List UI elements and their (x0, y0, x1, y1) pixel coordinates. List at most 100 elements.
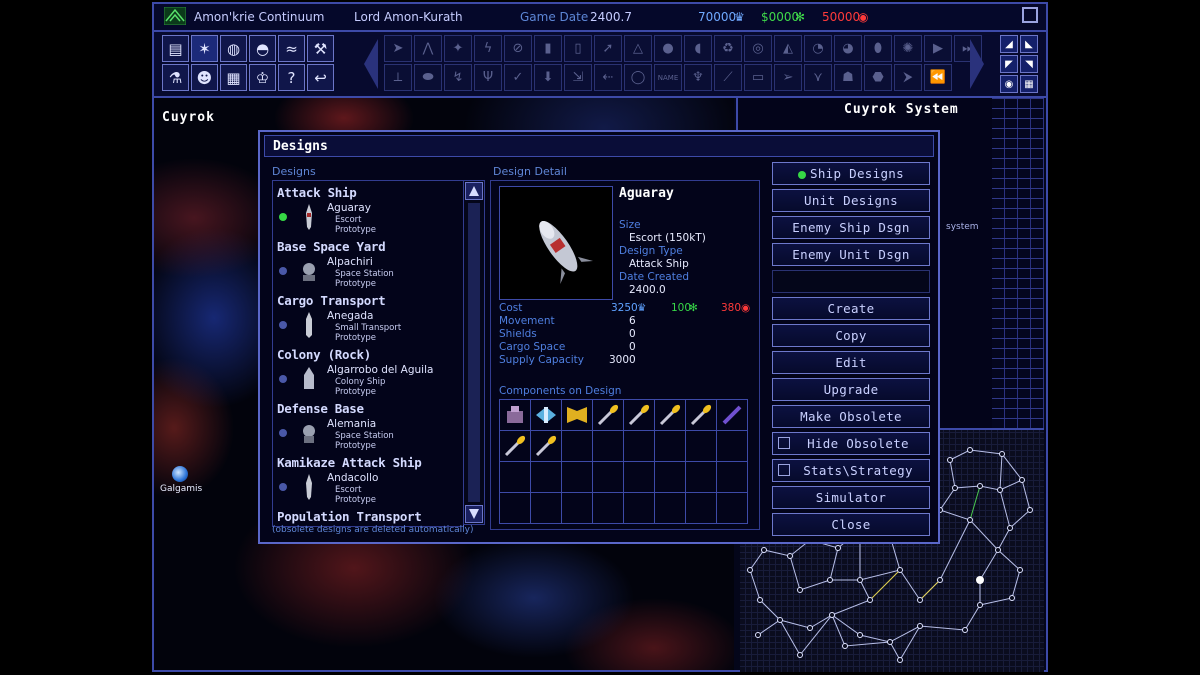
order-formation-icon[interactable]: △ (624, 35, 652, 62)
order-mine-icon[interactable]: ◕ (834, 35, 862, 62)
designs-list[interactable]: Attack Ship Aguaray Escort Prototype Bas… (272, 180, 464, 527)
component-cell[interactable] (500, 431, 531, 462)
create-button[interactable]: Create (772, 297, 930, 320)
order-ship-icon[interactable]: ⟂ (384, 64, 412, 91)
upgrade-button[interactable]: Upgrade (772, 378, 930, 401)
order-warp-icon[interactable]: ϟ (474, 35, 502, 62)
scroll-track[interactable] (468, 203, 480, 502)
order-evade-icon[interactable]: ↯ (444, 64, 472, 91)
checkbox-icon[interactable] (778, 437, 790, 449)
component-cell[interactable] (593, 462, 624, 493)
order-move-icon[interactable]: ➤ (384, 35, 412, 62)
order-sweep-icon[interactable]: ⟋ (714, 64, 742, 91)
component-cell[interactable] (624, 400, 655, 431)
component-cell[interactable] (717, 493, 748, 524)
order-resupply-icon[interactable]: ⬮ (864, 35, 892, 62)
component-cell[interactable] (624, 462, 655, 493)
component-cell[interactable] (562, 462, 593, 493)
component-cell[interactable] (686, 431, 717, 462)
list-item[interactable]: Attack Ship Aguaray Escort Prototype (277, 185, 461, 238)
unit-designs-button[interactable]: Unit Designs (772, 189, 930, 212)
order-jump-icon[interactable]: ◎ (744, 35, 772, 62)
order-gate-icon[interactable]: ◯ (624, 64, 652, 91)
order-name-icon[interactable]: NAME (654, 64, 682, 91)
component-cell[interactable] (531, 493, 562, 524)
component-cell[interactable] (655, 431, 686, 462)
copy-button[interactable]: Copy (772, 324, 930, 347)
designs-scrollbar[interactable] (463, 180, 485, 525)
order-scan-icon[interactable]: Ψ (474, 64, 502, 91)
simulator-button[interactable]: Simulator (772, 486, 930, 509)
component-cell[interactable] (593, 431, 624, 462)
order-patrol-icon[interactable]: ⋀ (414, 35, 442, 62)
order-build-icon[interactable]: ✓ (504, 64, 532, 91)
checkbox-icon[interactable] (778, 464, 790, 476)
order-fire-icon[interactable]: ➚ (594, 35, 622, 62)
aliens-icon[interactable]: ☻ (191, 64, 218, 91)
order-orbit-icon[interactable]: ⬬ (414, 64, 442, 91)
order-cancel-icon[interactable]: ⊘ (504, 35, 532, 62)
component-cell[interactable] (562, 493, 593, 524)
order-troop-icon[interactable]: ☗ (834, 64, 862, 91)
order-tow-icon[interactable]: ⇲ (564, 64, 592, 91)
component-cell[interactable] (624, 493, 655, 524)
order-drop-icon[interactable]: ◖ (684, 35, 712, 62)
order-return-icon[interactable]: ⇠ (594, 64, 622, 91)
component-cell[interactable] (531, 400, 562, 431)
order-sentry-icon[interactable]: ◔ (804, 35, 832, 62)
zoom-out-icon[interactable]: ◣ (1020, 35, 1038, 53)
order-recycle-icon[interactable]: ♻ (714, 35, 742, 62)
component-cell[interactable] (531, 462, 562, 493)
designs-icon[interactable]: ▦ (220, 64, 247, 91)
order-back-icon[interactable]: ⏪ (924, 64, 952, 91)
order-colonize-icon[interactable]: ● (654, 35, 682, 62)
tools-icon[interactable]: ⚒ (307, 35, 334, 62)
ships-icon[interactable]: ◓ (249, 35, 276, 62)
view-ship-icon[interactable]: ◤ (1000, 55, 1018, 73)
view-globe-icon[interactable]: ◉ (1000, 75, 1018, 93)
component-cell[interactable] (624, 431, 655, 462)
scroll-up-icon[interactable] (465, 182, 483, 200)
order-repair-icon[interactable]: ◭ (774, 35, 802, 62)
transfer-icon[interactable]: ↩ (307, 64, 334, 91)
order-fighter-icon[interactable]: ➢ (774, 64, 802, 91)
planets-icon[interactable]: ◍ (220, 35, 247, 62)
window-toggle-button[interactable] (1022, 7, 1038, 23)
zoom-in-icon[interactable]: ◢ (1000, 35, 1018, 53)
component-cell[interactable] (655, 462, 686, 493)
empire-icon[interactable]: ♔ (249, 64, 276, 91)
hide-obsolete-checkbox[interactable]: Hide Obsolete (772, 432, 930, 455)
component-cell[interactable] (500, 400, 531, 431)
order-wing-icon[interactable]: ⋎ (804, 64, 832, 91)
list-item[interactable]: Cargo Transport Anegada Small Transport … (277, 293, 461, 346)
component-cell[interactable] (500, 493, 531, 524)
component-cell[interactable] (717, 431, 748, 462)
component-cell[interactable] (593, 400, 624, 431)
order-cruise-icon[interactable]: ⮞ (894, 64, 922, 91)
component-cell[interactable] (500, 462, 531, 493)
list-item[interactable]: Kamikaze Attack Ship Andacollo Escort Pr… (277, 455, 461, 508)
scroll-down-icon[interactable] (465, 505, 483, 523)
fleets-icon[interactable]: ≈ (278, 35, 305, 62)
order-launch-icon[interactable]: ⬇ (534, 64, 562, 91)
order-attack-icon[interactable]: ✦ (444, 35, 472, 62)
order-idle-icon[interactable]: ♆ (684, 64, 712, 91)
list-item[interactable]: Defense Base Alemania Space Station Prot… (277, 401, 461, 454)
order-load-icon[interactable]: ▮ (534, 35, 562, 62)
research-icon[interactable]: ⚗ (162, 64, 189, 91)
list-item[interactable]: Colony (Rock) Algarrobo del Aguila Colon… (277, 347, 461, 400)
order-unload-icon[interactable]: ▯ (564, 35, 592, 62)
component-cell[interactable] (531, 431, 562, 462)
scroll-left-icon[interactable] (364, 39, 378, 89)
planet-galgamis-icon[interactable] (172, 466, 188, 482)
stats-strategy-checkbox[interactable]: Stats\Strategy (772, 459, 930, 482)
list-item[interactable]: Base Space Yard Alpachiri Space Station … (277, 239, 461, 292)
component-cell[interactable] (562, 400, 593, 431)
ship-designs-button[interactable]: Ship Designs (772, 162, 930, 185)
component-cell[interactable] (717, 462, 748, 493)
component-cell[interactable] (686, 400, 717, 431)
edit-button[interactable]: Edit (772, 351, 930, 374)
enemy-ship-designs-button[interactable]: Enemy Ship Dsgn (772, 216, 930, 239)
component-cell[interactable] (593, 493, 624, 524)
order-lock-icon[interactable]: ▭ (744, 64, 772, 91)
